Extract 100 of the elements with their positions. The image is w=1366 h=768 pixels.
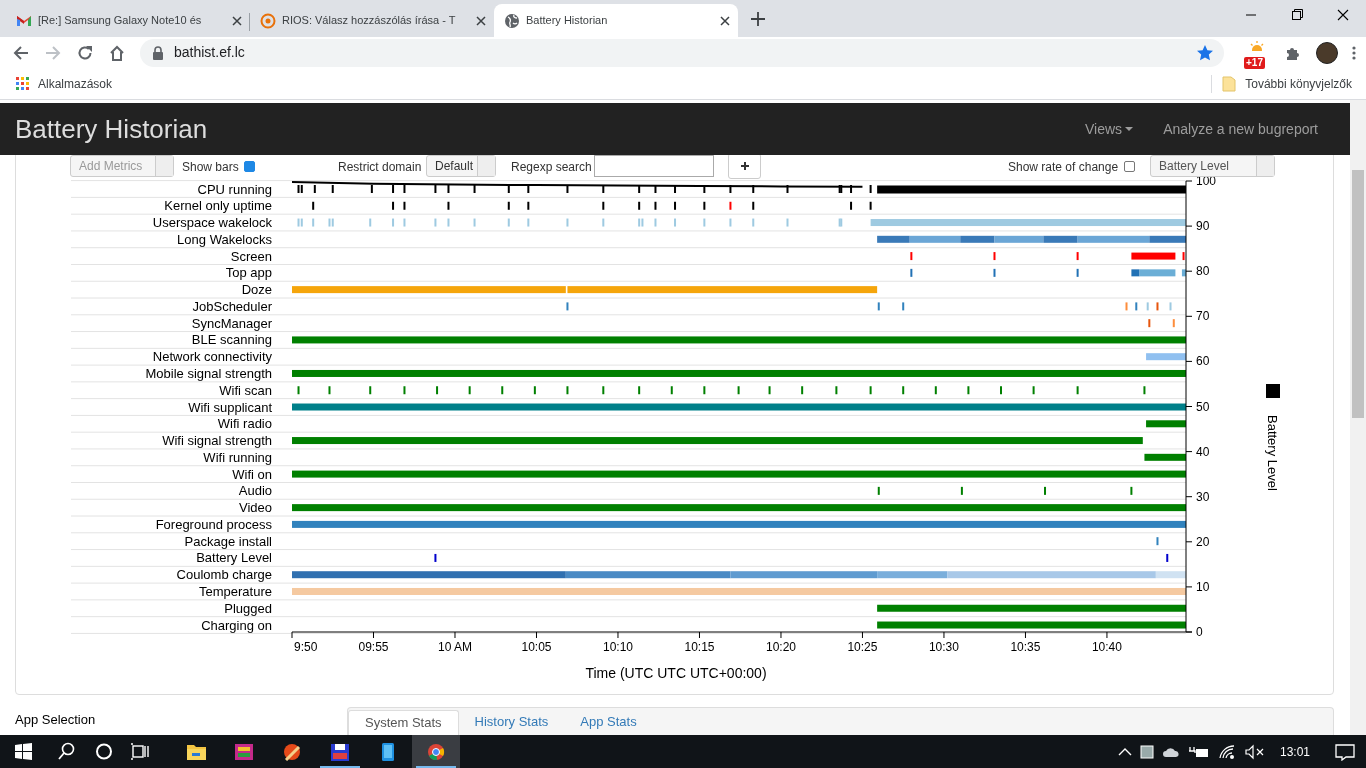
row-label: Wifi on	[232, 466, 272, 482]
reload-icon[interactable]	[76, 43, 94, 62]
close-icon[interactable]	[718, 13, 732, 28]
floppy-icon	[330, 742, 350, 761]
browser-tab[interactable]: RIOS: Válasz hozzászólás írása - T	[250, 4, 494, 37]
tick-label: 60	[1196, 354, 1210, 369]
tick-label: 50	[1196, 399, 1210, 414]
row-label: Battery Level	[196, 550, 272, 566]
palette-icon	[234, 742, 254, 761]
event-track-drawing	[1144, 453, 1186, 461]
tab-title: RIOS: Válasz hozzászólás írása - T	[282, 13, 457, 29]
row-label: Charging on	[201, 617, 272, 633]
new-tab-icon[interactable]	[750, 11, 766, 27]
folder-icon	[1222, 75, 1237, 92]
domain-dropdown[interactable]: Default	[426, 155, 496, 177]
home-icon[interactable]	[108, 43, 126, 62]
stats-tab[interactable]: History Stats	[458, 710, 565, 735]
wifi-icon[interactable]	[1217, 743, 1236, 760]
add-button[interactable]	[728, 153, 761, 179]
chrome-icon	[426, 742, 446, 761]
tick-label: 10:10	[602, 640, 633, 654]
row-label: Network connectivity	[152, 349, 272, 365]
tick-label: 09:55	[358, 640, 389, 654]
folder-icon	[186, 742, 206, 761]
field-label: Restrict domain	[338, 159, 422, 176]
globe-icon	[504, 12, 520, 29]
back-icon[interactable]	[12, 43, 30, 62]
nav-link[interactable]: Views	[1085, 118, 1134, 140]
tick-label: 30	[1196, 489, 1210, 504]
nav-link[interactable]: Analyze a new bugreport	[1163, 118, 1318, 140]
event-track-drawing	[1146, 353, 1186, 361]
url-text: bathist.ef.lc	[174, 43, 246, 62]
event-track-drawing	[1148, 319, 1175, 328]
row-label: Screen	[230, 248, 272, 264]
legend-label: Battery Level	[1265, 415, 1280, 491]
legend-swatch	[1266, 384, 1280, 398]
metric-dropdown[interactable]: Battery Level	[1150, 155, 1275, 177]
close-icon[interactable]	[474, 13, 488, 28]
scrollbar-thumb[interactable]	[1352, 170, 1364, 418]
tab-title: Battery Historian	[526, 13, 609, 29]
tick-label: 10 AM	[437, 640, 472, 654]
taskbar-app[interactable]	[412, 735, 460, 768]
row-label: Top app	[225, 265, 272, 281]
apps-shortcut[interactable]: Alkalmazások	[16, 74, 113, 93]
axis-title: Time (UTC UTC UTC+00:00)	[585, 665, 767, 681]
row-label: Wifi signal strength	[162, 433, 272, 449]
row-label: Wifi scan	[219, 382, 272, 398]
row-label: Foreground process	[155, 516, 272, 532]
checkbox[interactable]	[1124, 161, 1135, 172]
scrollbar[interactable]	[1350, 100, 1366, 735]
browser-tab[interactable]: [Re:] Samsung Galaxy Note10 és	[6, 4, 250, 37]
battery-icon[interactable]	[1187, 744, 1210, 759]
count-badge: +17	[1244, 56, 1265, 69]
browser-tab[interactable]: Battery Historian	[494, 4, 738, 37]
row-label: Audio	[238, 483, 272, 499]
plus-icon	[740, 162, 749, 170]
tab-title: [Re:] Samsung Galaxy Note10 és	[38, 13, 203, 29]
tick-label: 80	[1196, 264, 1210, 279]
row-label: Wifi radio	[217, 416, 272, 432]
notification-icon[interactable]	[1334, 742, 1356, 761]
tick-label: 40	[1196, 444, 1210, 459]
lock-icon	[152, 45, 164, 60]
apps-grid-icon	[16, 77, 29, 90]
row-label: SyncManager	[191, 315, 272, 331]
checkbox-label: Show rate of change	[1008, 159, 1119, 176]
clock[interactable]: 13:01	[1273, 742, 1316, 761]
stats-tab[interactable]: App Stats	[564, 710, 653, 735]
row-label: Temperature	[199, 584, 272, 599]
app-title[interactable]: Battery Historian	[15, 109, 1056, 149]
tick-label: 10:25	[847, 640, 878, 654]
field-label: Regexp search	[511, 159, 592, 176]
tick-label: 10:30	[928, 640, 959, 654]
star-icon[interactable]	[1196, 43, 1214, 62]
more-icon[interactable]	[1352, 44, 1356, 61]
cloud-icon[interactable]	[1161, 745, 1180, 758]
row-label: Wifi running	[203, 449, 272, 465]
tick-label: 10:20	[765, 640, 796, 654]
search-field[interactable]	[594, 155, 714, 177]
row-label: JobScheduler	[192, 298, 272, 314]
tick-label: 70	[1196, 309, 1210, 324]
row-label: Userspace wakelock	[152, 215, 272, 231]
close-icon[interactable]	[230, 13, 244, 28]
row-label: Video	[239, 500, 272, 516]
checkbox-label: Show bars	[182, 159, 239, 176]
avatar[interactable]	[1316, 41, 1338, 64]
stats-tab[interactable]: System Stats	[348, 710, 459, 735]
checkbox[interactable]	[244, 161, 255, 172]
tick-label: 10:40	[1091, 640, 1122, 654]
row-label: Long Wakelocks	[177, 231, 272, 247]
row-label: Doze	[241, 282, 272, 298]
address-bar[interactable]: bathist.ef.lc	[140, 38, 1224, 67]
other-bookmarks[interactable]: További könyvjelzők	[1222, 74, 1352, 93]
tick-label: 90	[1196, 219, 1210, 234]
muted-speaker-icon[interactable]	[1243, 743, 1266, 760]
tick-label: 0	[1196, 625, 1203, 639]
tick-label: 20	[1196, 534, 1210, 549]
event-track-drawing	[1156, 537, 1159, 546]
tablet-icon[interactable]	[1139, 744, 1154, 759]
chevron-up-icon[interactable]	[1117, 746, 1132, 757]
tick-label: 10:05	[521, 640, 552, 654]
